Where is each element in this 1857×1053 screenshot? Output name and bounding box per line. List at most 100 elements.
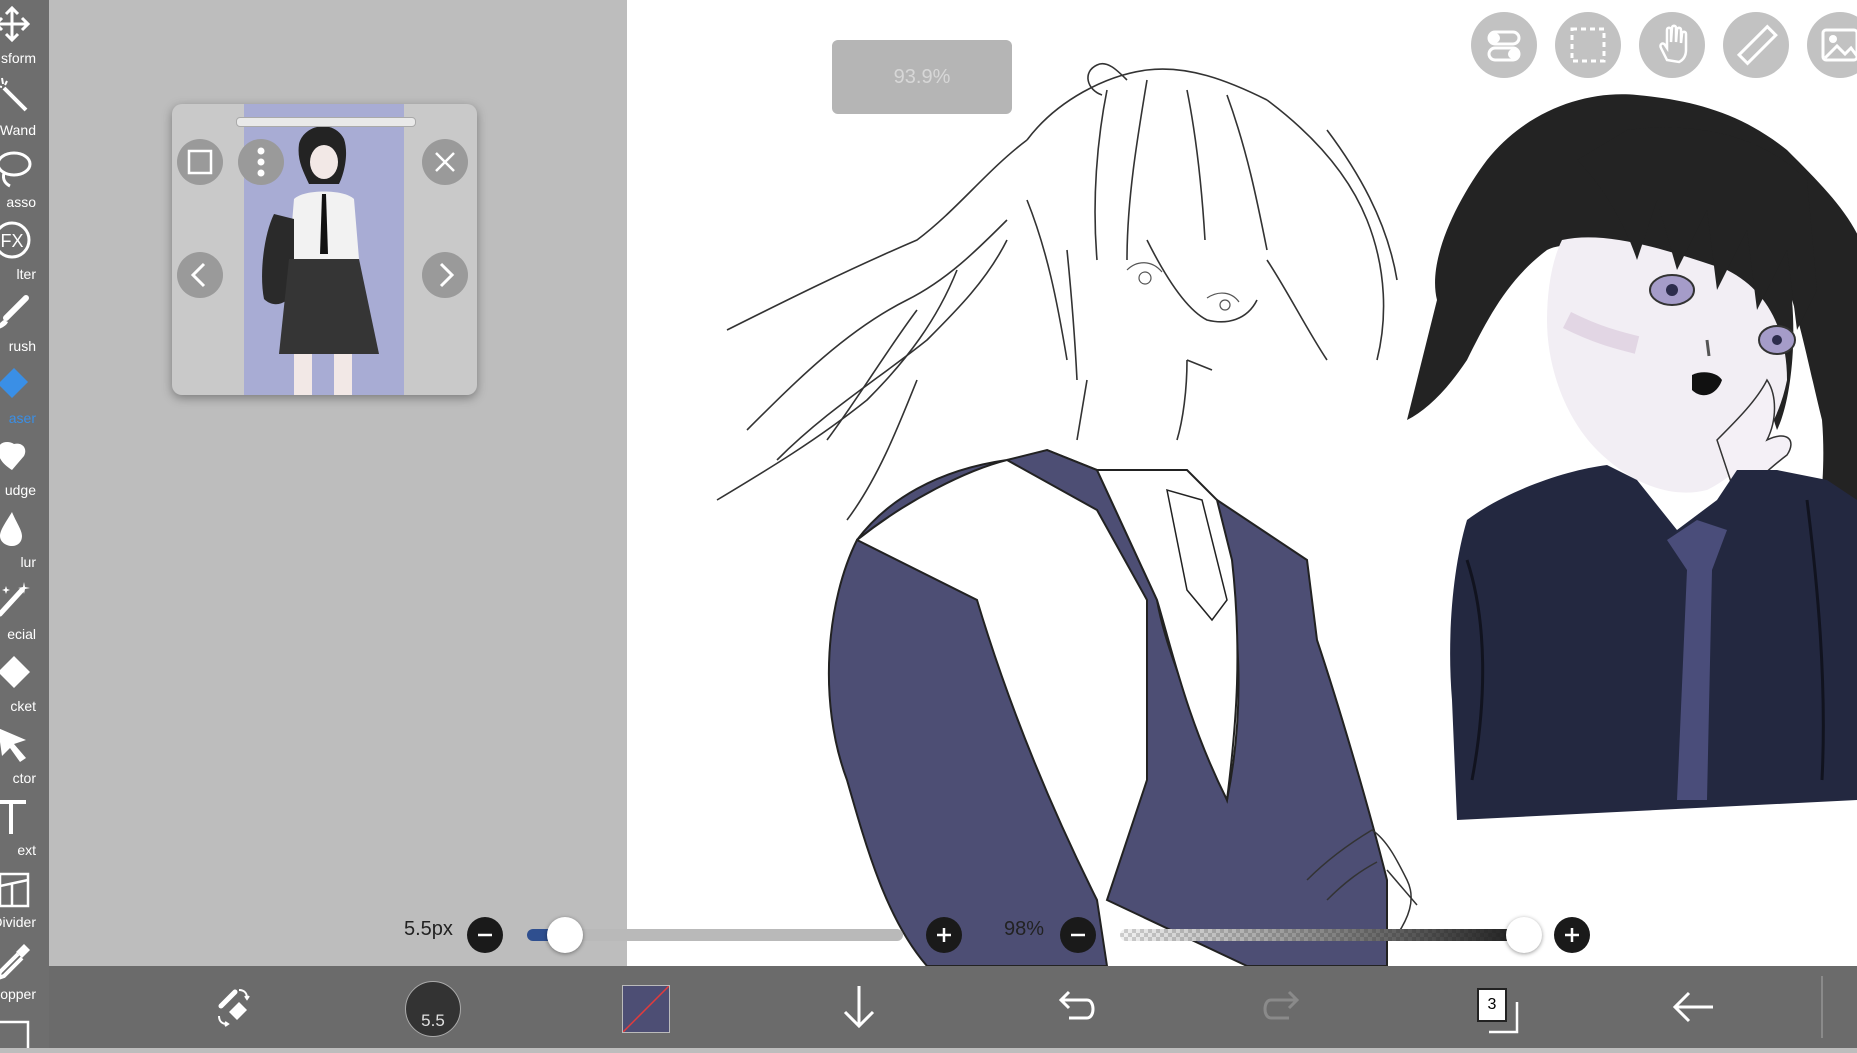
tool-transform[interactable]: sform bbox=[0, 0, 49, 72]
reference-window[interactable] bbox=[172, 104, 477, 395]
more-vertical-icon bbox=[257, 147, 265, 177]
minus-icon bbox=[1071, 933, 1085, 937]
ruler-icon bbox=[1736, 24, 1778, 66]
download-icon bbox=[843, 986, 875, 1029]
opacity-decrease-button[interactable] bbox=[1060, 917, 1096, 953]
svg-text:FX: FX bbox=[0, 231, 23, 251]
toggle-button[interactable] bbox=[1471, 12, 1537, 78]
tool-filter[interactable]: FX lter bbox=[0, 216, 49, 288]
brush-size-slider-thumb[interactable] bbox=[546, 917, 583, 953]
tool-eyedropper[interactable]: ropper bbox=[0, 936, 49, 1008]
tool-frame-divider[interactable]: Divider bbox=[0, 864, 49, 936]
selection-button[interactable] bbox=[1555, 12, 1621, 78]
eyedropper-icon bbox=[0, 944, 30, 980]
minus-icon bbox=[478, 933, 492, 937]
opacity-increase-button[interactable] bbox=[1554, 917, 1590, 953]
tool-lasso[interactable]: asso bbox=[0, 144, 49, 216]
plus-icon bbox=[937, 928, 951, 942]
chevron-left-icon bbox=[190, 262, 206, 288]
toggle-icon bbox=[1487, 30, 1521, 62]
opacity-value: 98% bbox=[1004, 918, 1045, 940]
layers-count: 3 bbox=[1477, 988, 1507, 1022]
tool-brush[interactable]: rush bbox=[0, 288, 49, 360]
back-button[interactable] bbox=[1663, 966, 1723, 1048]
plus-icon bbox=[1565, 928, 1579, 942]
frame-icon bbox=[187, 149, 213, 175]
hand-button[interactable] bbox=[1639, 12, 1705, 78]
image-icon bbox=[1821, 28, 1857, 62]
eraser-icon bbox=[0, 368, 28, 398]
tool-eraser[interactable]: aser bbox=[0, 360, 49, 432]
tool-blur[interactable]: lur bbox=[0, 504, 49, 576]
hand-icon bbox=[1659, 24, 1688, 64]
brush-icon bbox=[0, 295, 29, 329]
tool-smudge[interactable]: udge bbox=[0, 432, 49, 504]
frame-divider-icon bbox=[0, 872, 30, 908]
tool-label: ctor bbox=[12, 770, 36, 786]
tool-label: Divider bbox=[0, 914, 36, 930]
opacity-slider-thumb[interactable] bbox=[1505, 917, 1542, 953]
canvas-icon bbox=[0, 1020, 30, 1048]
tool-canvas[interactable] bbox=[0, 1008, 49, 1048]
close-icon bbox=[435, 152, 455, 172]
lasso-icon bbox=[0, 151, 32, 188]
bottom-bar-divider bbox=[1821, 976, 1823, 1038]
drawing-canvas[interactable] bbox=[627, 0, 1857, 966]
smudge-icon bbox=[0, 442, 26, 470]
brush-size-increase-button[interactable] bbox=[926, 917, 962, 953]
redo-icon bbox=[1263, 990, 1300, 1020]
brush-size-decrease-button[interactable] bbox=[467, 917, 503, 953]
selection-rect-icon bbox=[1570, 27, 1606, 63]
cursor-icon bbox=[0, 728, 26, 762]
tool-label: asso bbox=[6, 194, 36, 210]
tool-label: c Wand bbox=[0, 122, 36, 138]
reference-drag-handle[interactable] bbox=[236, 117, 416, 127]
color-swatch[interactable] bbox=[622, 985, 670, 1033]
tool-special[interactable]: ecial bbox=[0, 576, 49, 648]
brush-size-badge-label: 5.5 bbox=[421, 1011, 445, 1030]
tool-bucket[interactable]: cket bbox=[0, 648, 49, 720]
ref-prev-button[interactable] bbox=[177, 252, 223, 298]
tool-label: aser bbox=[8, 410, 36, 426]
swap-brush-eraser-button[interactable] bbox=[199, 966, 259, 1048]
tool-label: udge bbox=[4, 482, 36, 498]
tool-label: rush bbox=[8, 338, 36, 354]
special-brush-icon bbox=[0, 582, 30, 617]
tool-sidebar: sform c Wand asso FX lter rush aser bbox=[0, 0, 49, 1048]
ref-next-button[interactable] bbox=[422, 252, 468, 298]
bottom-toolbar: 5.5 3 bbox=[49, 966, 1857, 1048]
opacity-slider[interactable] bbox=[1120, 929, 1532, 941]
drop-icon bbox=[0, 512, 22, 546]
tool-label: lter bbox=[16, 266, 36, 282]
tool-label: lur bbox=[20, 554, 36, 570]
back-icon bbox=[1672, 991, 1713, 1023]
tool-label: sform bbox=[1, 50, 36, 66]
color-swatch-diagonal bbox=[623, 986, 669, 1032]
zoom-indicator: 93.9% bbox=[832, 40, 1012, 114]
tool-selector[interactable]: ctor bbox=[0, 720, 49, 792]
brush-size-button[interactable]: 5.5 bbox=[405, 981, 461, 1037]
ref-close-button[interactable] bbox=[422, 139, 468, 185]
download-button[interactable] bbox=[829, 966, 889, 1048]
tool-text[interactable]: ext bbox=[0, 792, 49, 864]
chevron-right-icon bbox=[439, 262, 455, 288]
reference-image-button[interactable] bbox=[1807, 12, 1857, 78]
ref-frame-button[interactable] bbox=[177, 139, 223, 185]
layers-button[interactable]: 3 bbox=[1477, 988, 1519, 1034]
tool-label: cket bbox=[10, 698, 36, 714]
undo-button[interactable] bbox=[1043, 966, 1103, 1048]
tool-label: ropper bbox=[0, 986, 36, 1002]
brush-size-value: 5.5px bbox=[404, 918, 453, 940]
artwork bbox=[716, 62, 1857, 966]
fx-icon: FX bbox=[0, 221, 31, 259]
tool-magic-wand[interactable]: c Wand bbox=[0, 72, 49, 144]
tool-label: ecial bbox=[7, 626, 36, 642]
ruler-button[interactable] bbox=[1723, 12, 1789, 78]
brush-eraser-swap-icon bbox=[218, 989, 250, 1027]
brush-size-slider[interactable] bbox=[527, 929, 903, 941]
undo-icon bbox=[1058, 990, 1095, 1020]
move-arrows-icon bbox=[0, 5, 31, 43]
magic-wand-icon bbox=[0, 77, 28, 112]
redo-button bbox=[1255, 966, 1315, 1048]
ref-menu-button[interactable] bbox=[238, 139, 284, 185]
